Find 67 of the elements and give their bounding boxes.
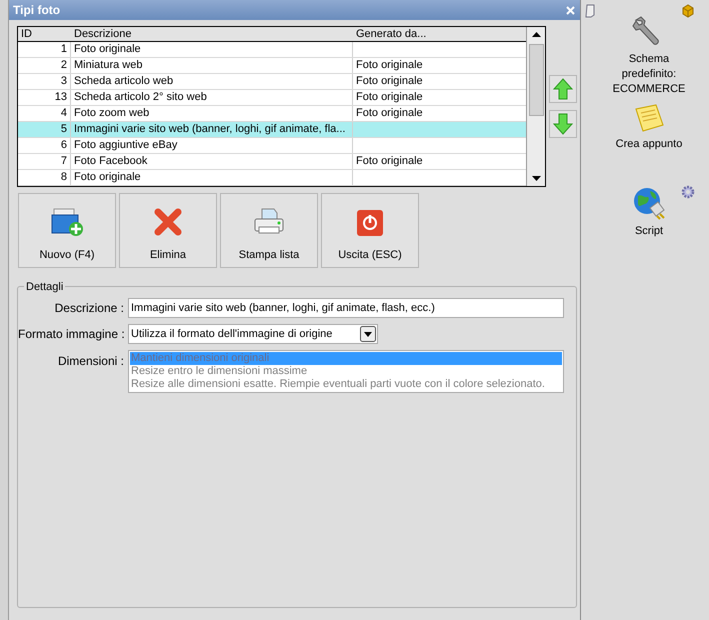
power-icon [356, 208, 384, 236]
move-down-button[interactable] [549, 110, 577, 138]
table-row[interactable]: 2 Miniatura web Foto originale [18, 58, 526, 74]
table-cell-text: Foto originale [355, 154, 424, 169]
table-cell: Scheda articolo 2° sito web [71, 90, 353, 105]
toolbar-button[interactable]: Nuovo (F4) [18, 193, 116, 268]
printer-icon [253, 206, 285, 236]
cube-icon[interactable] [681, 4, 695, 18]
table-cell-text: Foto originale [355, 106, 424, 121]
table-row[interactable]: 8 Foto originale [18, 170, 526, 186]
group-title: Dettagli [24, 279, 66, 296]
table-cell: 3 [18, 74, 71, 89]
desktop-icon-label[interactable]: Schema predefinito: ECOMMERCE [609, 52, 689, 97]
list-option[interactable]: Resize alle dimensioni esatte. Riempie eventuali parti vuote con il colore selezionato. [130, 378, 562, 391]
description-field[interactable]: Immagini varie sito web (banner, loghi, gif animate, flash, ecc.) [128, 298, 564, 318]
table-cell: 2 [18, 58, 71, 73]
move-up-button[interactable] [549, 75, 577, 103]
arrow-down-icon [553, 113, 573, 135]
table-cell: 1 [18, 42, 71, 57]
cross-icon [153, 206, 183, 236]
toolbar-button[interactable]: Uscita (ESC) [321, 193, 419, 268]
table-cell: Miniatura web [71, 58, 353, 73]
table-cell: 6 [18, 138, 71, 153]
list-option[interactable]: Resize entro le dimensioni massime [130, 365, 562, 378]
scrollbar[interactable] [526, 27, 545, 186]
scroll-icon[interactable] [584, 4, 596, 18]
format-dropdown[interactable]: Utilizza il formato dell'immagine di origine [128, 324, 378, 344]
toolbar-button[interactable]: Elimina [119, 193, 217, 268]
field-label: Dimensioni : [56, 353, 125, 370]
table-cell: 7 [18, 154, 71, 169]
table-cell: 13 [18, 90, 71, 105]
arrow-up-icon [553, 78, 573, 100]
note-icon [633, 103, 665, 133]
close-icon [566, 6, 574, 14]
table-row[interactable]: 1 Foto originale [18, 42, 526, 58]
table-cell: Immagini varie sito web (banner, loghi, gif animate, fla... [71, 122, 353, 137]
folder-plus-icon [50, 206, 84, 236]
close-button[interactable] [564, 4, 576, 16]
table-cell: Scheda articolo web [71, 74, 353, 89]
table-row[interactable]: 4 Foto zoom web Foto originale [18, 106, 526, 122]
table-row[interactable]: 3 Scheda articolo web Foto originale [18, 74, 526, 90]
toolbar-button[interactable]: Stampa lista [220, 193, 318, 268]
table-row[interactable]: 13 Scheda articolo 2° sito web Foto originale [18, 90, 526, 106]
table-cell: Foto originale [71, 170, 353, 185]
globe-plug-icon [632, 186, 666, 220]
table-row[interactable]: 7 Foto Facebook Foto originale [18, 154, 526, 170]
table-cell: 8 [18, 170, 71, 185]
table-cell: Foto zoom web [71, 106, 353, 121]
desktop-icon-label[interactable]: Crea appunto [609, 137, 689, 152]
table-row[interactable]: 6 Foto aggiuntive eBay [18, 138, 526, 154]
table-row[interactable]: 5 Immagini varie sito web (banner, loghi, gif animate, fla... [18, 122, 526, 138]
desktop-icon-label[interactable]: Script [609, 224, 689, 239]
window-title: Tipi foto [13, 2, 60, 19]
table-cell-text: Foto originale [355, 90, 424, 105]
table-cell: 4 [18, 106, 71, 121]
table-cell: Foto originale [71, 42, 353, 57]
column-header[interactable]: Descrizione [71, 27, 353, 41]
table-cell: Foto aggiuntive eBay [71, 138, 353, 153]
field-label: Descrizione : [54, 300, 125, 317]
field-label: Formato immagine : [18, 326, 126, 343]
gear-icon[interactable] [681, 185, 695, 199]
table-cell-text: Foto originale [355, 74, 424, 89]
column-header[interactable]: Generato da... [353, 27, 526, 41]
table-cell: 5 [18, 122, 71, 137]
table-cell-text: Foto originale [355, 58, 424, 73]
column-header[interactable]: ID [18, 27, 71, 41]
table-cell: Foto Facebook [71, 154, 353, 169]
